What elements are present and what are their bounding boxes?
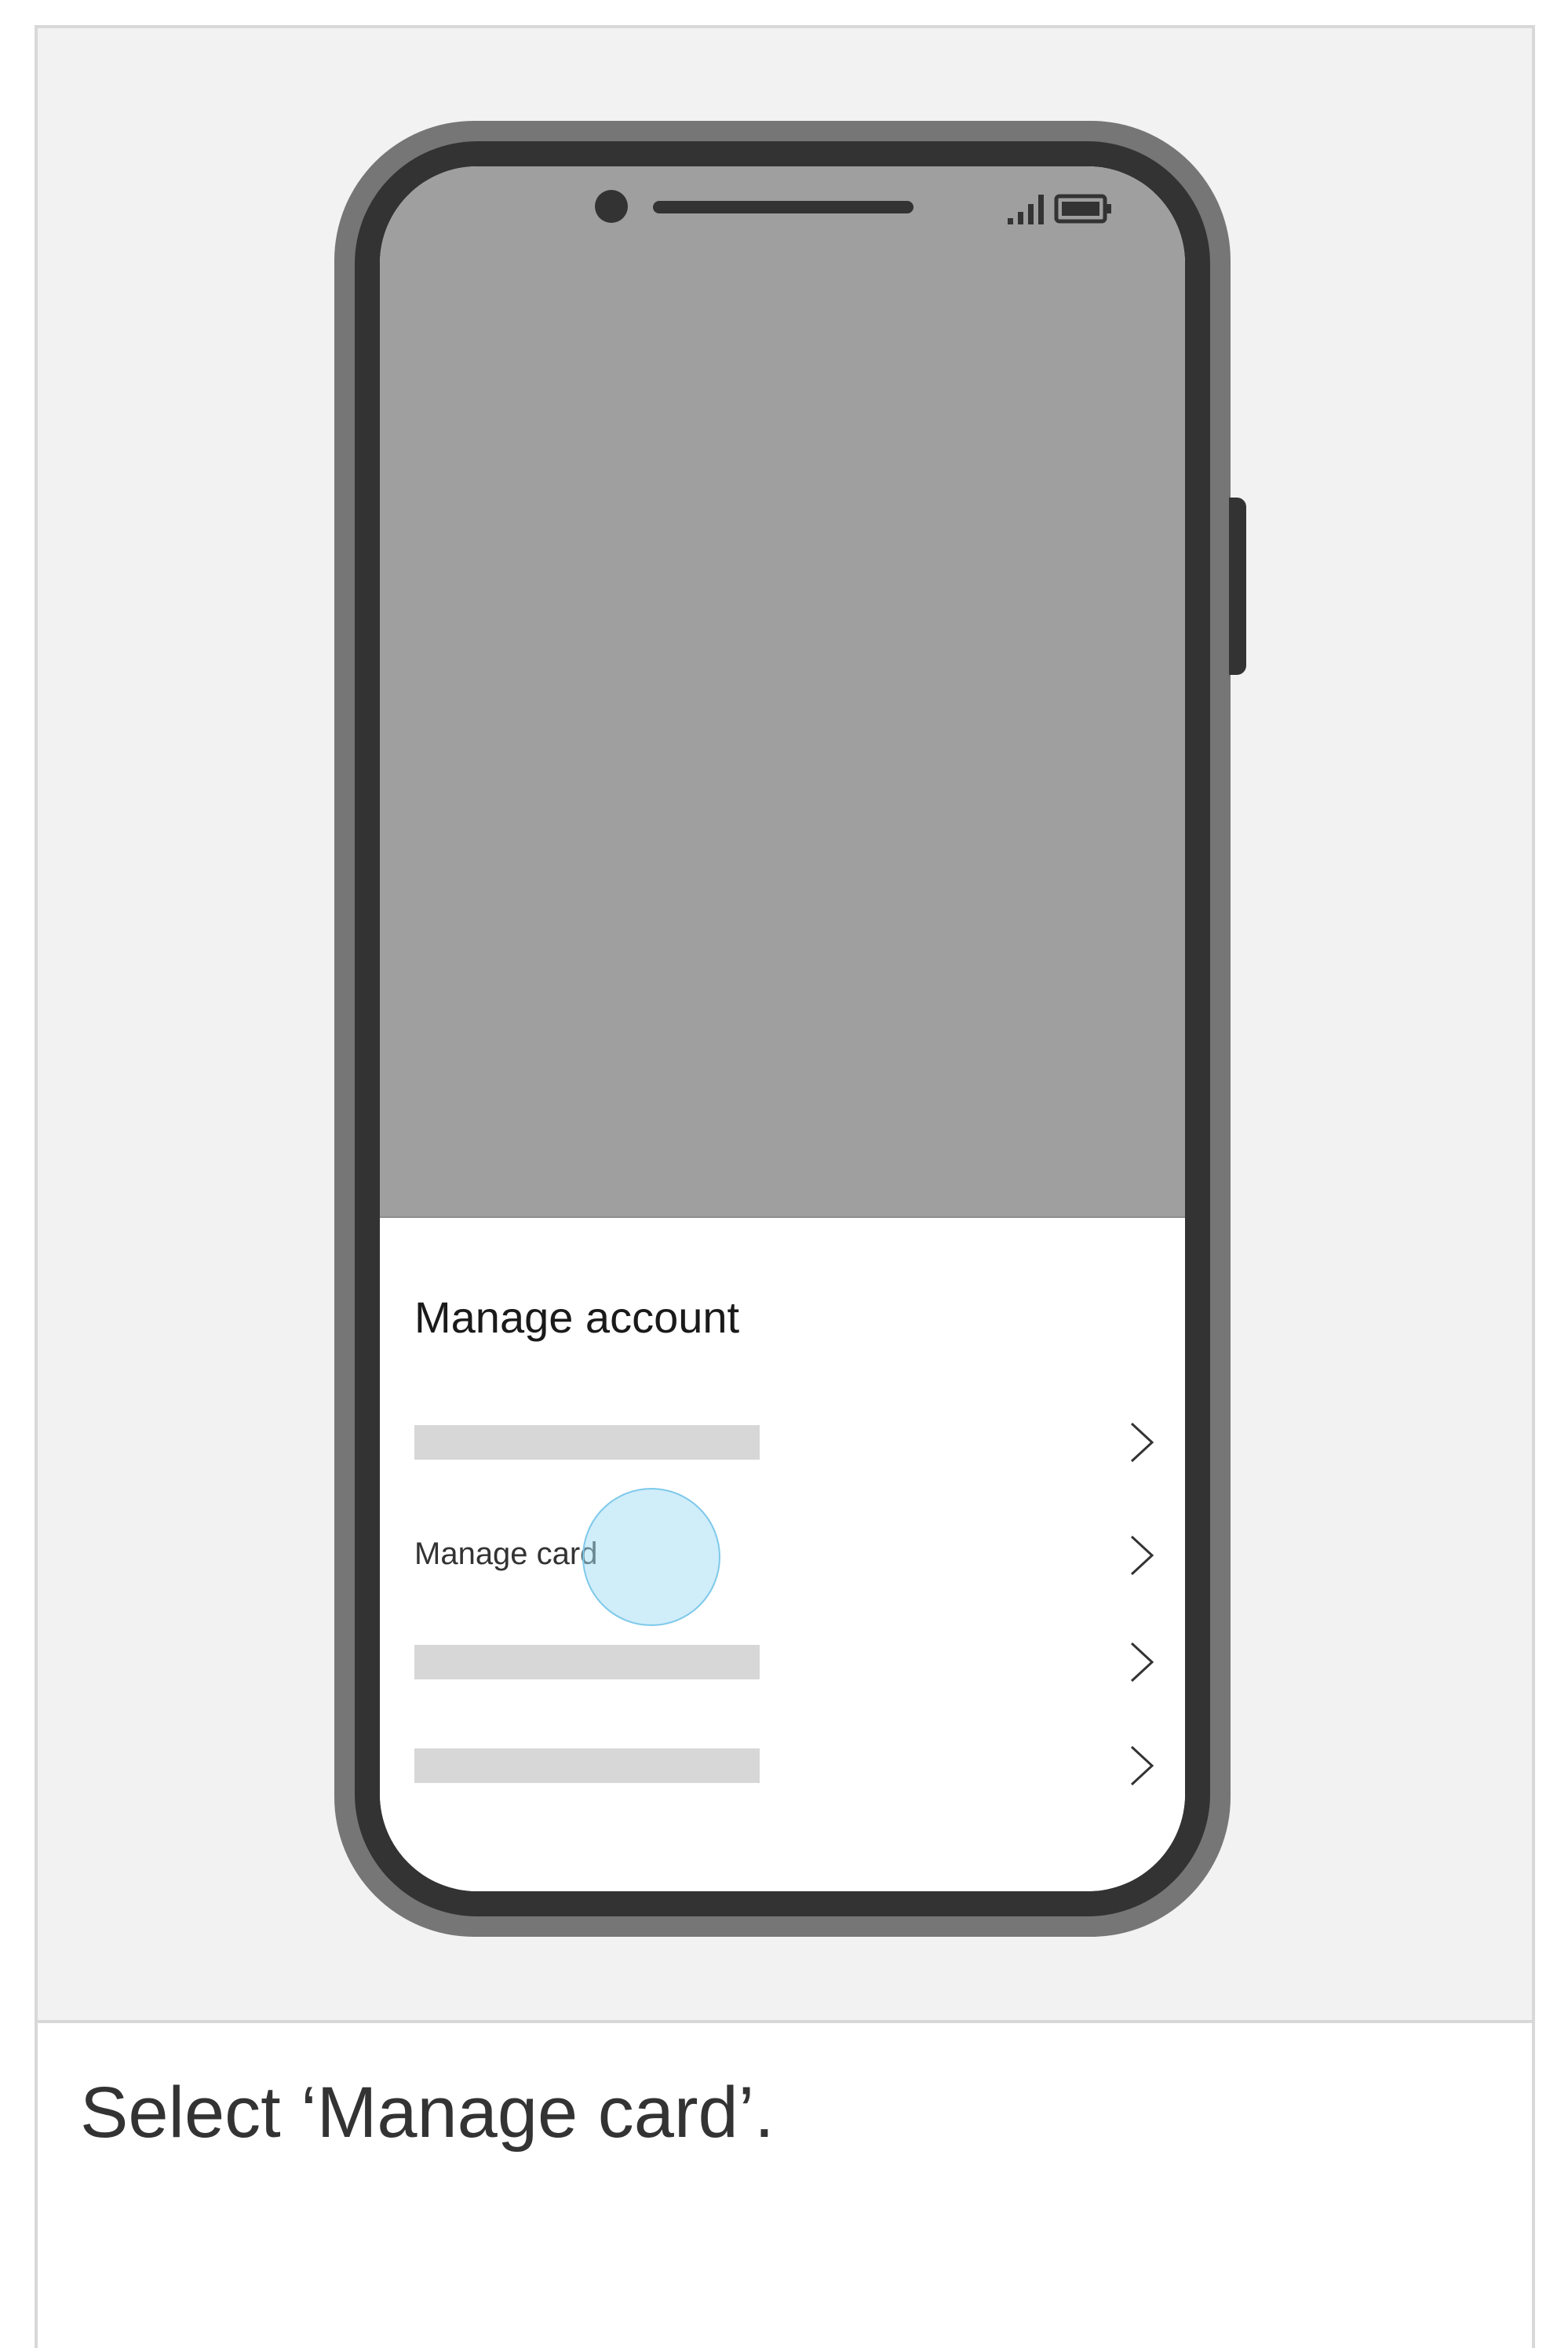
phone-side-button xyxy=(1229,498,1246,675)
chevron-right-icon xyxy=(1130,1642,1154,1683)
signal-strength-icon xyxy=(1008,195,1044,224)
battery-icon xyxy=(1054,194,1111,224)
instruction-card: Manage account Manage card xyxy=(35,25,1535,2348)
placeholder-bar xyxy=(414,1425,760,1460)
instruction-caption: Select ‘Manage card’. xyxy=(80,2073,775,2153)
placeholder-bar xyxy=(414,1748,760,1783)
tap-indicator xyxy=(582,1488,720,1626)
menu-row-3[interactable] xyxy=(414,1631,1155,1694)
menu-row-1[interactable] xyxy=(414,1411,1155,1474)
placeholder-bar xyxy=(414,1645,760,1679)
dimmed-screen-area xyxy=(380,166,1185,1218)
bottom-sheet: Manage account Manage card xyxy=(380,1218,1185,1891)
sheet-title: Manage account xyxy=(414,1292,740,1342)
chevron-right-icon xyxy=(1130,1745,1154,1786)
chevron-right-icon xyxy=(1130,1422,1154,1463)
manage-card-label: Manage card xyxy=(414,1537,598,1571)
status-bar xyxy=(1008,194,1111,224)
camera-icon xyxy=(595,190,628,223)
chevron-right-icon xyxy=(1130,1535,1154,1576)
phone-screen: Manage account Manage card xyxy=(380,166,1185,1891)
menu-row-manage-card[interactable]: Manage card xyxy=(414,1488,1155,1626)
speaker-icon xyxy=(653,201,913,213)
phone-illustration: Manage account Manage card xyxy=(38,28,1532,2023)
phone: Manage account Manage card xyxy=(334,121,1246,1937)
menu-row-4[interactable] xyxy=(414,1734,1155,1797)
